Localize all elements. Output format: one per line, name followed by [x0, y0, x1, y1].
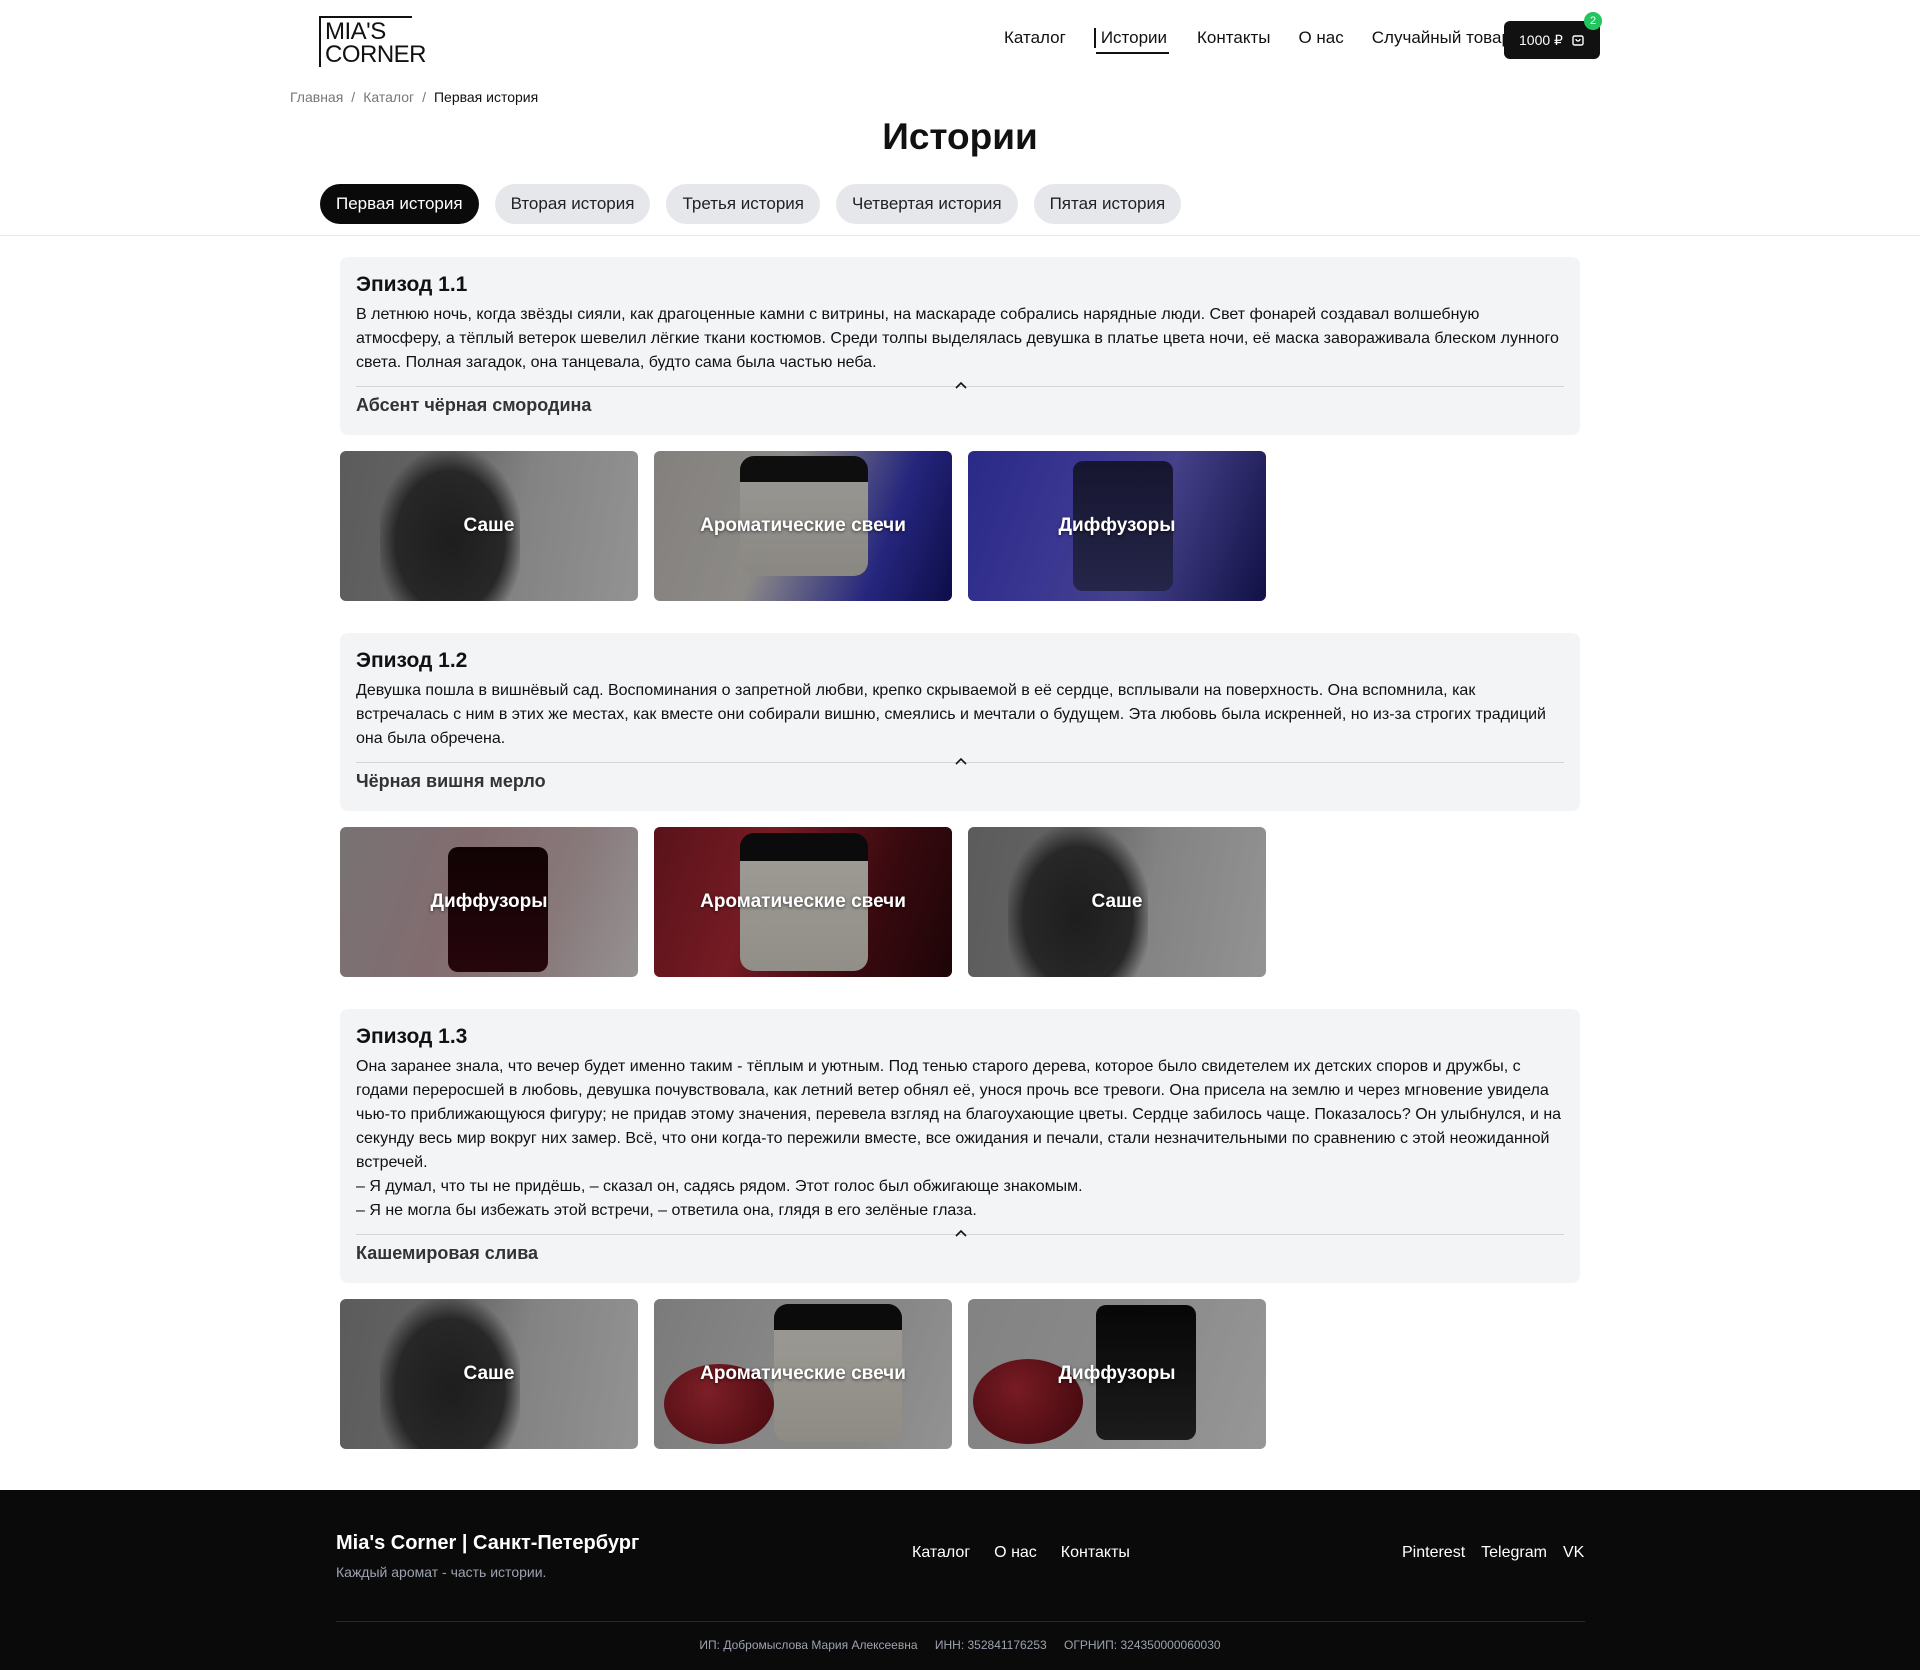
footer-legal: ИП: Добромыслова Мария Алексеевна ИНН: 3…: [0, 1638, 1920, 1652]
legal-inn: ИНН: 352841176253: [934, 1638, 1047, 1652]
main-nav: Каталог Истории Контакты О нас Случайный…: [1004, 28, 1539, 54]
tab-third-story[interactable]: Третья история: [666, 184, 820, 224]
product-cards: Саше Ароматические свечи Диффузоры: [340, 451, 1266, 601]
chevron-up-icon[interactable]: [954, 757, 968, 765]
product-card-label: Саше: [1091, 891, 1143, 912]
scent-name[interactable]: Кашемировая слива: [356, 1243, 538, 1264]
social-link-pinterest[interactable]: Pinterest: [1402, 1544, 1465, 1562]
episode-title: Эпизод 1.2: [356, 649, 468, 672]
episode-text: Она заранее знала, что вечер будет именн…: [356, 1058, 1562, 1171]
tab-fifth-story[interactable]: Пятая история: [1033, 184, 1182, 224]
logo-line2: CORNER: [325, 41, 427, 68]
header-divider: [0, 235, 1920, 236]
nav-stories[interactable]: Истории: [1093, 28, 1170, 54]
footer-social: Pinterest Telegram VK: [1402, 1544, 1584, 1562]
product-card-diffusers[interactable]: Диффузоры: [340, 827, 638, 977]
social-link-vk[interactable]: VK: [1563, 1544, 1584, 1562]
tab-fourth-story[interactable]: Четвертая история: [836, 184, 1018, 224]
tab-first-story[interactable]: Первая история: [320, 184, 479, 224]
footer-nav: Каталог О нас Контакты: [912, 1544, 1130, 1562]
breadcrumb-separator: /: [351, 89, 356, 105]
episode-text: В летнюю ночь, когда звёзды сияли, как д…: [356, 306, 1559, 371]
logo[interactable]: MIA'S CORNER: [319, 15, 427, 67]
shopping-bag-icon: [1572, 35, 1584, 46]
product-card-label: Ароматические свечи: [700, 891, 906, 912]
footer-brand: Mia's Corner | Санкт-Петербург: [336, 1532, 640, 1554]
legal-owner: ИП: Добромыслова Мария Алексеевна: [699, 1638, 918, 1652]
footer-link-contacts[interactable]: Контакты: [1061, 1544, 1130, 1562]
episode-title: Эпизод 1.1: [356, 273, 468, 296]
product-card-label: Диффузоры: [1058, 515, 1176, 536]
breadcrumb-home[interactable]: Главная: [290, 89, 343, 105]
scent-name[interactable]: Абсент чёрная смородина: [356, 395, 591, 416]
episode-card: Эпизод 1.1 В летнюю ночь, когда звёзды с…: [340, 257, 1580, 435]
product-card-sachet[interactable]: Саше: [340, 451, 638, 601]
product-cards: Диффузоры Ароматические свечи Саше: [340, 827, 1266, 977]
chevron-up-icon[interactable]: [954, 1229, 968, 1237]
breadcrumb-current: Первая история: [433, 89, 539, 105]
cart-button[interactable]: 1000 ₽ 2: [1504, 12, 1602, 59]
product-card-diffusers[interactable]: Диффузоры: [968, 1299, 1266, 1449]
episode-card: Эпизод 1.2 Девушка пошла в вишнёвый сад.…: [340, 633, 1580, 811]
product-card-label: Ароматические свечи: [700, 515, 906, 536]
cart-amount: 1000 ₽: [1519, 31, 1563, 48]
product-card-label: Саше: [463, 1363, 515, 1384]
site-footer: Mia's Corner | Санкт-Петербург Каждый ар…: [0, 1490, 1920, 1670]
product-card-sachet[interactable]: Саше: [340, 1299, 638, 1449]
story-tabs: Первая история Вторая история Третья ист…: [320, 184, 1182, 224]
tab-second-story[interactable]: Вторая история: [494, 184, 651, 224]
product-card-label: Диффузоры: [1058, 1363, 1176, 1384]
legal-ogrnip: ОГРНИП: 324350000060030: [1064, 1638, 1221, 1652]
product-card-sachet[interactable]: Саше: [968, 827, 1266, 977]
nav-about[interactable]: О нас: [1298, 28, 1343, 48]
episode-dialog-line: – Я не могла бы избежать этой встречи, –…: [356, 1202, 977, 1219]
breadcrumb-separator: /: [422, 89, 426, 105]
breadcrumb-catalog[interactable]: Каталог: [363, 89, 414, 105]
episode-card: Эпизод 1.3 Она заранее знала, что вечер …: [340, 1009, 1580, 1283]
product-card-label: Диффузоры: [430, 891, 548, 912]
footer-tagline: Каждый аромат - часть истории.: [336, 1564, 547, 1580]
product-card-candles[interactable]: Ароматические свечи: [654, 827, 952, 977]
logo-line1: MIA'S: [325, 18, 386, 45]
episode-dialog-line: – Я думал, что ты не придёшь, – сказал о…: [356, 1178, 1083, 1195]
footer-link-catalog[interactable]: Каталог: [912, 1544, 970, 1562]
nav-random-product[interactable]: Случайный товар: [1372, 28, 1511, 48]
product-card-label: Ароматические свечи: [700, 1363, 906, 1384]
nav-contacts[interactable]: Контакты: [1197, 28, 1270, 48]
scent-name[interactable]: Чёрная вишня мерло: [356, 771, 546, 792]
logo-bar: [319, 16, 321, 67]
product-cards: Саше Ароматические свечи Диффузоры: [340, 1299, 1266, 1449]
episode-title: Эпизод 1.3: [356, 1025, 468, 1048]
footer-link-about[interactable]: О нас: [994, 1544, 1037, 1562]
site-header: MIA'S CORNER Каталог Истории Контакты О …: [0, 0, 1920, 80]
product-card-candles[interactable]: Ароматические свечи: [654, 451, 952, 601]
product-card-label: Саше: [463, 515, 515, 536]
chevron-up-icon[interactable]: [954, 381, 968, 389]
footer-divider: [336, 1621, 1585, 1622]
cart-count-badge: 2: [1584, 12, 1602, 30]
episode-text: Девушка пошла в вишнёвый сад. Воспоминан…: [356, 682, 1546, 747]
nav-catalog[interactable]: Каталог: [1004, 28, 1066, 48]
product-card-candles[interactable]: Ароматические свечи: [654, 1299, 952, 1449]
social-link-telegram[interactable]: Telegram: [1481, 1544, 1547, 1562]
product-card-diffusers[interactable]: Диффузоры: [968, 451, 1266, 601]
breadcrumb: Главная / Каталог / Первая история: [290, 89, 538, 105]
page-title: Истории: [882, 116, 1038, 157]
